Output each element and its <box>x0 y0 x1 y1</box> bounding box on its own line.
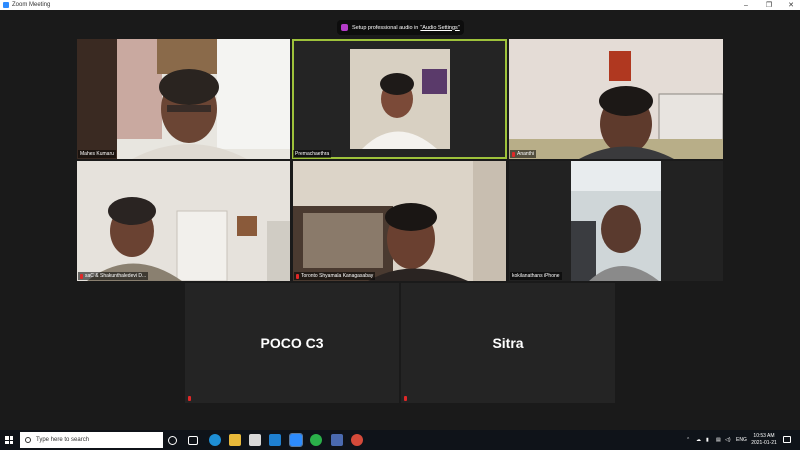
participant-name: saC & Shakunthaledevi D... <box>78 272 149 280</box>
participant-display-name: POCO C3 <box>260 335 324 351</box>
search-placeholder: Type here to search <box>36 437 90 443</box>
muted-mic-icon <box>512 151 515 157</box>
audio-settings-notice[interactable]: Setup professional audio in "Audio Setti… <box>337 20 464 35</box>
battery-icon[interactable]: ▮ <box>706 430 709 450</box>
file-explorer-icon[interactable] <box>229 434 241 446</box>
zoom-app-icon <box>3 2 9 8</box>
onedrive-icon[interactable]: ☁ <box>696 430 701 450</box>
participant-tile-video-off[interactable]: POCO C3 <box>185 283 399 403</box>
search-icon <box>25 437 31 443</box>
participant-tile-video-off[interactable]: Sitra <box>401 283 615 403</box>
window-titlebar: Zoom Meeting – ❐ ✕ <box>0 0 800 10</box>
chrome-icon[interactable] <box>351 434 363 446</box>
participant-tile[interactable]: Mahes Kumaru <box>77 39 290 159</box>
tray-chevron-icon[interactable]: ⌃ <box>686 430 690 450</box>
maximize-button[interactable]: ❐ <box>758 0 780 10</box>
minimize-button[interactable]: – <box>735 0 757 10</box>
video-feed <box>292 39 507 159</box>
start-button[interactable] <box>0 430 18 450</box>
close-button[interactable]: ✕ <box>780 0 800 10</box>
participant-status <box>186 394 195 402</box>
taskbar-search-input[interactable]: Type here to search <box>20 432 163 448</box>
taskbar-clock[interactable]: 10:53 AM 2021-01-21 <box>750 433 778 447</box>
windows-taskbar: Type here to search ⌃ ☁ ▮ ▤ ◁) ENG 10:53… <box>0 430 800 450</box>
participant-tile[interactable]: saC & Shakunthaledevi D... <box>77 161 290 281</box>
task-view-icon[interactable] <box>188 436 198 445</box>
zoom-taskbar-icon[interactable] <box>289 433 303 447</box>
clock-date: 2021-01-21 <box>751 440 777 446</box>
language-indicator[interactable]: ENG <box>736 430 747 450</box>
participant-tile[interactable]: Toronto Shyamala Kanagasabay <box>293 161 506 281</box>
muted-mic-icon <box>404 395 407 401</box>
participant-name: Premachaethra <box>293 150 332 158</box>
mail-icon[interactable] <box>269 434 281 446</box>
audio-settings-link[interactable]: "Audio Settings" <box>420 25 459 31</box>
volume-icon[interactable]: ◁) <box>725 430 731 450</box>
action-center-icon[interactable] <box>783 436 791 443</box>
audio-icon <box>341 24 348 31</box>
participant-tile-active-speaker[interactable]: Premachaethra <box>292 39 507 159</box>
video-feed <box>293 161 506 281</box>
windows-logo-icon <box>5 436 13 444</box>
store-icon[interactable] <box>249 434 261 446</box>
network-icon[interactable]: ▤ <box>716 430 721 450</box>
participant-status <box>402 394 411 402</box>
edge-icon[interactable] <box>209 434 221 446</box>
video-feed <box>509 39 723 159</box>
video-feed <box>509 161 723 281</box>
participant-name: Mahes Kumaru <box>78 150 116 158</box>
video-feed <box>77 161 290 281</box>
window-title: Zoom Meeting <box>12 2 51 8</box>
participant-tile[interactable]: kokilanathans iPhone <box>509 161 723 281</box>
muted-mic-icon <box>188 395 191 401</box>
clock-time: 10:53 AM <box>753 433 775 439</box>
muted-mic-icon <box>296 273 299 279</box>
participant-name: kokilanathans iPhone <box>510 272 562 280</box>
muted-mic-icon <box>80 273 83 279</box>
cortana-icon[interactable] <box>168 436 177 445</box>
document-app-icon[interactable] <box>331 434 343 446</box>
participant-name: Ananthi <box>510 150 536 158</box>
notice-text: Setup professional audio in <box>352 24 419 31</box>
participant-name: Toronto Shyamala Kanagasabay <box>294 272 376 280</box>
video-feed <box>77 39 290 159</box>
participant-display-name: Sitra <box>492 335 524 351</box>
chat-app-icon[interactable] <box>310 434 322 446</box>
participant-tile[interactable]: Ananthi <box>509 39 723 159</box>
meeting-gallery: Setup professional audio in "Audio Setti… <box>0 10 800 430</box>
